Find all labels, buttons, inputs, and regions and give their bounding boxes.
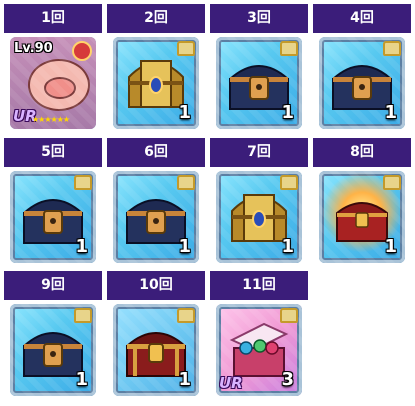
item-type-icon (280, 175, 298, 190)
item-type-icon (177, 308, 195, 323)
result-cell-5[interactable]: 5回 1 (4, 138, 102, 269)
item-type-icon (177, 175, 195, 190)
item-card[interactable]: 1 (319, 171, 405, 263)
result-cell-9[interactable]: 9回 1 (4, 271, 102, 402)
rarity-badge: UR (219, 374, 243, 392)
pull-number-label: 9回 (4, 271, 102, 300)
item-type-icon (280, 41, 298, 56)
star-rating: ★★★★★★ (32, 115, 70, 124)
pull-number-label: 2回 (107, 4, 205, 33)
pull-number-label: 3回 (210, 4, 308, 33)
item-card[interactable]: 1 (10, 171, 96, 263)
item-type-icon (74, 175, 92, 190)
pull-number-label: 8回 (313, 138, 411, 167)
gacha-result-grid: 1回 Lv.90 UR ★★★★★★ 2回 1 3回 1 4回 1 5回 1 6… (4, 4, 411, 402)
character-card[interactable]: Lv.90 UR ★★★★★★ (10, 37, 96, 129)
item-count: 1 (178, 369, 191, 390)
pull-number-label: 7回 (210, 138, 308, 167)
result-cell-3[interactable]: 3回 1 (210, 4, 308, 135)
item-card[interactable]: 1 (10, 304, 96, 396)
pig-head-icon (28, 59, 90, 111)
item-type-icon (383, 41, 401, 56)
item-card[interactable]: 1 (216, 171, 302, 263)
pull-number-label: 4回 (313, 4, 411, 33)
item-type-icon (280, 308, 298, 323)
pull-number-label: 5回 (4, 138, 102, 167)
pull-number-label: 10回 (107, 271, 205, 300)
item-count: 1 (178, 102, 191, 123)
item-count: 1 (384, 236, 397, 257)
item-card[interactable]: 1 (216, 37, 302, 129)
item-card[interactable]: 1 (113, 37, 199, 129)
result-cell-7[interactable]: 7回 1 (210, 138, 308, 269)
item-count: 1 (75, 236, 88, 257)
result-cell-11[interactable]: 11回 UR 3 (210, 271, 308, 402)
pull-number-label: 6回 (107, 138, 205, 167)
item-count: 1 (178, 236, 191, 257)
item-count: 1 (281, 236, 294, 257)
item-type-icon (383, 175, 401, 190)
item-count: 3 (281, 369, 294, 390)
character-level: Lv.90 (14, 41, 53, 56)
result-cell-6[interactable]: 6回 1 (107, 138, 205, 269)
item-count: 1 (75, 369, 88, 390)
item-card[interactable]: 1 (113, 171, 199, 263)
pull-number-label: 11回 (210, 271, 308, 300)
result-cell-8[interactable]: 8回 1 (313, 138, 411, 269)
pig-snout-icon (44, 77, 76, 99)
pull-number-label: 1回 (4, 4, 102, 33)
result-cell-2[interactable]: 2回 1 (107, 4, 205, 135)
item-type-icon (74, 308, 92, 323)
item-count: 1 (384, 102, 397, 123)
element-attribute-icon (72, 41, 92, 61)
item-card[interactable]: 1 (113, 304, 199, 396)
item-type-icon (177, 41, 195, 56)
item-card[interactable]: 1 (319, 37, 405, 129)
result-cell-10[interactable]: 10回 1 (107, 271, 205, 402)
item-card[interactable]: UR 3 (216, 304, 302, 396)
result-cell-1[interactable]: 1回 Lv.90 UR ★★★★★★ (4, 4, 102, 135)
result-cell-4[interactable]: 4回 1 (313, 4, 411, 135)
item-count: 1 (281, 102, 294, 123)
